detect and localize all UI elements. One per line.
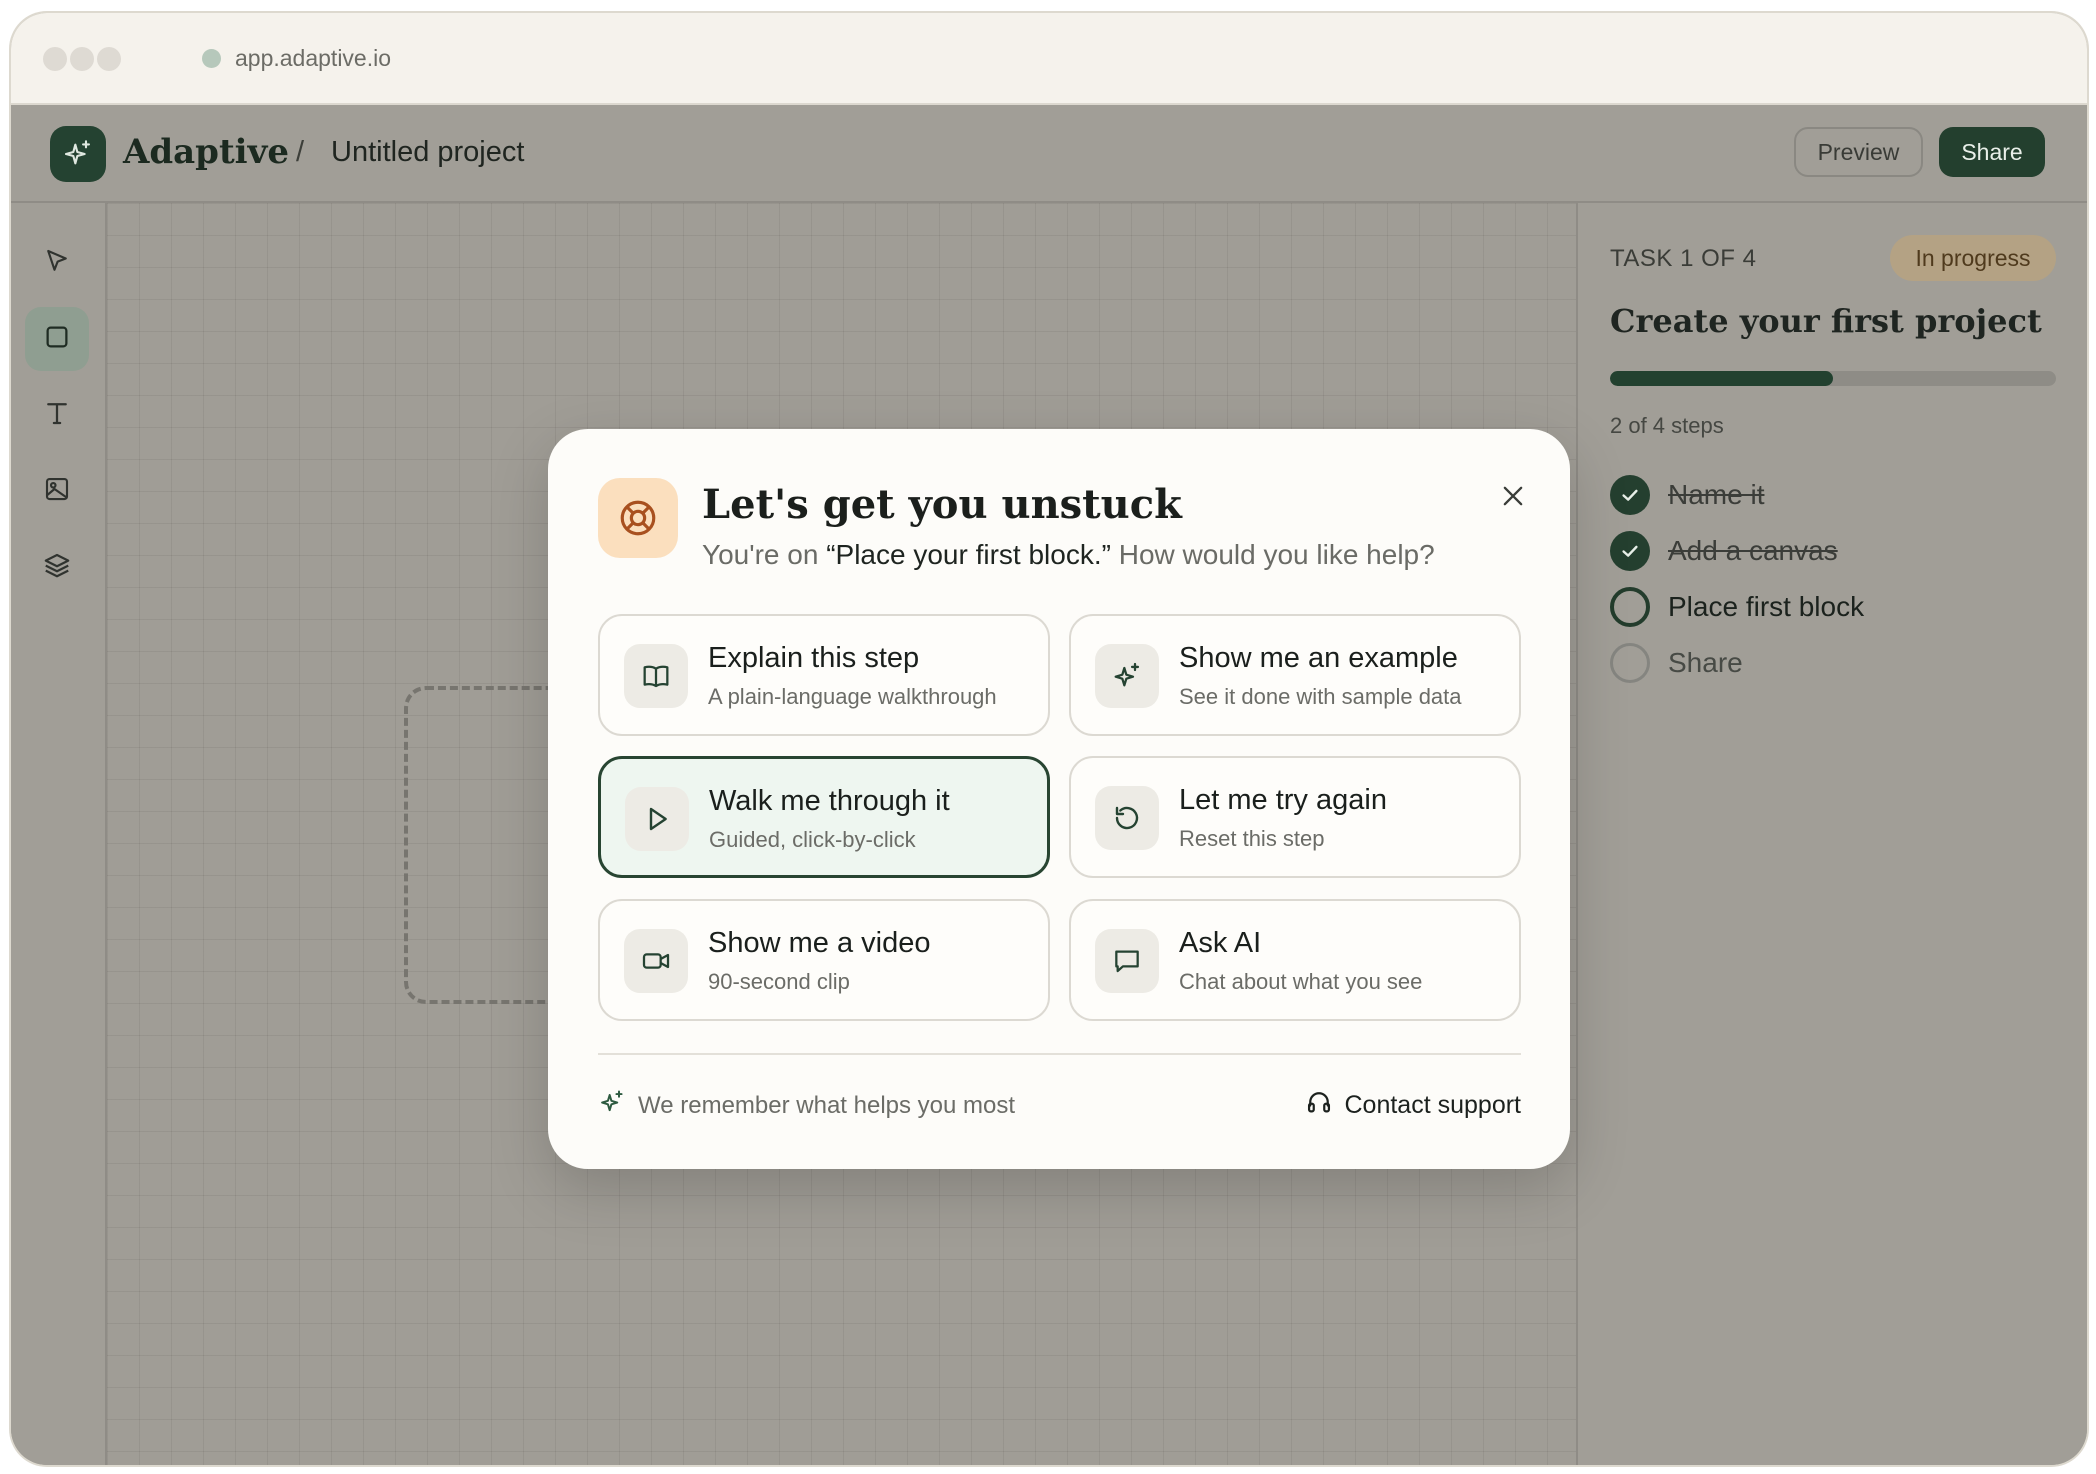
square-icon (42, 322, 72, 357)
text-icon (42, 398, 72, 433)
footer-note-text: We remember what helps you most (638, 1091, 1016, 1119)
option-title: Show me an example (1179, 642, 1458, 674)
option-title: Let me try again (1179, 784, 1387, 816)
status-badge: In progress (1890, 235, 2056, 281)
chat-icon (1095, 929, 1159, 993)
option-desc: A plain-language walkthrough (708, 684, 997, 709)
layers-tool[interactable] (25, 535, 89, 599)
footer-note: We remember what helps you most (598, 1088, 1015, 1123)
progress-bar (1610, 371, 2056, 386)
show-video-option[interactable]: Show me a video 90-second clip (598, 899, 1050, 1021)
reset-icon (1095, 786, 1159, 850)
address-bar[interactable]: app.adaptive.io (202, 45, 391, 72)
image-tool[interactable] (25, 459, 89, 523)
video-icon (624, 929, 688, 993)
option-title: Show me a video (708, 927, 931, 959)
sparkle-icon (1095, 644, 1159, 708)
task-counter: TASK 1 OF 4 (1610, 245, 1757, 272)
ask-ai-option[interactable]: Ask AI Chat about what you see (1069, 899, 1521, 1021)
close-button[interactable] (1491, 476, 1535, 520)
check-icon (1610, 475, 1650, 515)
option-desc: Chat about what you see (1179, 969, 1423, 994)
steps-count: 2 of 4 steps (1610, 413, 1724, 438)
contact-support-label: Contact support (1344, 1091, 1522, 1119)
logo-sparkle-icon[interactable] (50, 126, 106, 182)
app-header: Adaptive / Untitled project Preview Shar… (11, 105, 2087, 203)
brand-name: Adaptive (123, 132, 289, 172)
step-item[interactable]: Add a canvas (1610, 531, 1838, 571)
option-desc: 90-second clip (708, 969, 850, 994)
breadcrumb-separator: / (296, 136, 305, 168)
contact-support-link[interactable]: Contact support (1305, 1088, 1522, 1123)
option-title: Walk me through it (709, 785, 950, 817)
step-label: Add a canvas (1668, 535, 1838, 566)
text-tool[interactable] (25, 383, 89, 447)
window-maximize-dot[interactable] (97, 47, 121, 71)
step-item[interactable]: Place first block (1610, 587, 1864, 627)
step-label: Name it (1668, 479, 1765, 510)
book-icon (624, 644, 688, 708)
share-button[interactable]: Share (1939, 127, 2045, 177)
modal-subtitle: You're on “Place your first block.” How … (702, 539, 1435, 571)
explain-step-option[interactable]: Explain this step A plain-language walkt… (598, 614, 1050, 736)
headset-icon (1305, 1088, 1333, 1123)
step-item[interactable]: Share (1610, 643, 1743, 683)
step-label: Share (1668, 647, 1743, 678)
try-again-option[interactable]: Let me try again Reset this step (1069, 756, 1521, 878)
preview-button[interactable]: Preview (1794, 127, 1923, 177)
modal-divider (598, 1053, 1521, 1055)
secure-indicator-icon (202, 49, 221, 68)
option-title: Ask AI (1179, 927, 1262, 959)
sparkle-icon (598, 1088, 626, 1123)
show-example-option[interactable]: Show me an example See it done with samp… (1069, 614, 1521, 736)
window-minimize-dot[interactable] (70, 47, 94, 71)
cursor-icon (42, 246, 72, 281)
check-icon (1610, 531, 1650, 571)
project-name[interactable]: Untitled project (331, 136, 524, 169)
tool-rail (11, 203, 107, 1465)
current-step-name: “Place your first block.” (826, 539, 1111, 570)
image-icon (42, 474, 72, 509)
todo-step-circle-icon (1610, 643, 1650, 683)
close-icon (1499, 482, 1527, 515)
option-desc: See it done with sample data (1179, 684, 1462, 709)
task-panel: TASK 1 OF 4 In progress Create your firs… (1576, 203, 2087, 1465)
rectangle-tool[interactable] (25, 307, 89, 371)
url-text: app.adaptive.io (235, 45, 392, 71)
layers-icon (42, 550, 72, 585)
play-icon (625, 787, 689, 851)
step-item[interactable]: Name it (1610, 475, 1764, 515)
option-desc: Guided, click-by-click (709, 827, 916, 852)
subtitle-prefix: You're on (702, 539, 827, 570)
select-tool[interactable] (25, 231, 89, 295)
task-title: Create your first project (1610, 302, 2042, 340)
option-desc: Reset this step (1179, 826, 1325, 851)
app-window: app.adaptive.io Adaptive / Untitled proj… (11, 13, 2087, 1465)
window-close-dot[interactable] (43, 47, 67, 71)
modal-title: Let's get you unstuck (702, 481, 1182, 528)
browser-chrome: app.adaptive.io (11, 13, 2087, 105)
subtitle-suffix: How would you like help? (1110, 539, 1435, 570)
current-step-circle-icon (1610, 587, 1650, 627)
option-title: Explain this step (708, 642, 920, 674)
help-modal: Let's get you unstuck You're on “Place y… (548, 429, 1570, 1169)
progress-fill (1610, 371, 1833, 386)
step-label: Place first block (1668, 591, 1865, 622)
lifebuoy-icon (598, 478, 678, 558)
walk-me-through-option[interactable]: Walk me through it Guided, click-by-clic… (598, 756, 1050, 878)
